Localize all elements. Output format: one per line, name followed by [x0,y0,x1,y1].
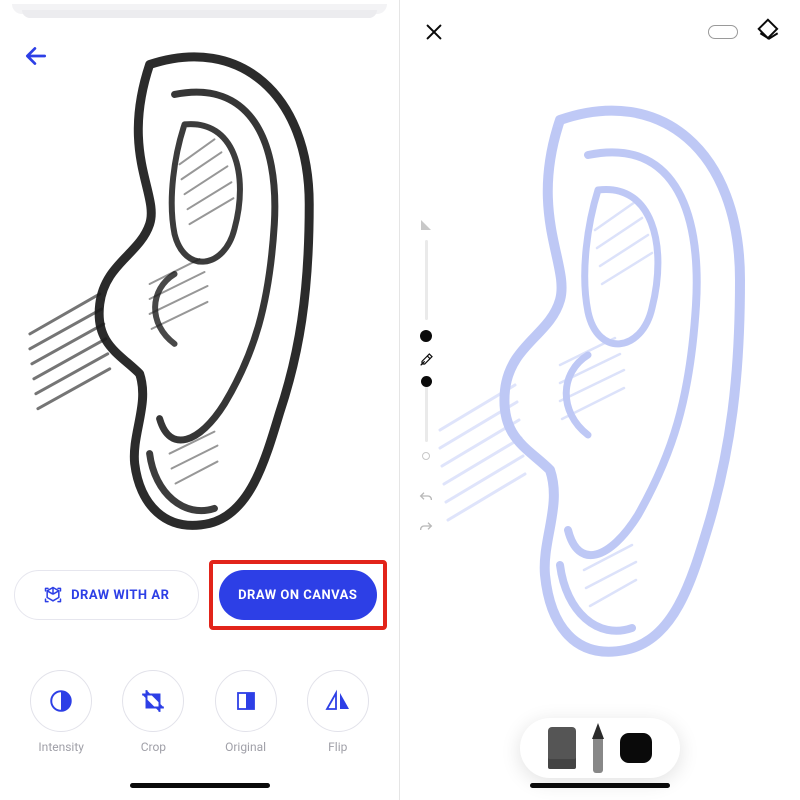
brush-size-indicator-icon [421,220,431,230]
tool-intensity[interactable]: Intensity [30,670,92,754]
tool-label: Crop [141,740,166,754]
opacity-min-icon [422,452,430,460]
redo-icon [418,520,434,536]
tool-label: Flip [328,740,347,754]
opacity-slider-knob[interactable] [421,376,432,387]
pencil-tool[interactable] [592,723,604,773]
tool-label: Original [225,740,266,754]
tool-crop[interactable]: Crop [122,670,184,754]
card-stack-hint [22,10,377,18]
flip-icon [324,689,352,713]
crop-icon [140,688,166,714]
eyedropper-icon [418,352,434,368]
tool-flip[interactable]: Flip [307,670,369,754]
original-icon [234,689,258,713]
preview-panel: DRAW WITH AR DRAW ON CANVAS Intensity [0,0,400,800]
intensity-icon [48,688,74,714]
size-slider-knob[interactable] [420,330,432,342]
action-row: DRAW WITH AR DRAW ON CANVAS [14,570,385,620]
home-indicator[interactable] [530,783,670,788]
draw-on-canvas-button[interactable]: DRAW ON CANVAS [219,570,378,620]
canvas-panel [400,0,800,800]
redo-button[interactable] [418,520,434,540]
tool-label: Intensity [38,740,84,754]
undo-button[interactable] [418,490,434,510]
undo-icon [418,490,434,506]
toggle-pill[interactable] [708,25,738,39]
highlight-frame: DRAW ON CANVAS [209,560,388,630]
close-button[interactable] [418,16,450,48]
reference-sketch [0,18,399,550]
eyedropper-button[interactable] [418,352,434,372]
layers-button[interactable] [756,17,782,47]
opacity-slider[interactable] [425,382,428,442]
canvas-topbar [400,16,800,48]
arrow-left-icon [23,43,49,69]
adjustment-tools: Intensity Crop Original [0,670,399,754]
button-label: DRAW WITH AR [71,588,169,603]
eraser-tool[interactable] [548,727,576,769]
pencil-shaft-icon [593,739,603,773]
layers-icon [756,17,782,43]
size-slider[interactable] [425,240,428,320]
vertical-toolbar [414,220,438,540]
ar-cube-icon [43,585,63,605]
home-indicator[interactable] [130,783,270,788]
color-swatch[interactable] [620,733,652,763]
draw-with-ar-button[interactable]: DRAW WITH AR [14,570,199,620]
button-label: DRAW ON CANVAS [238,588,357,603]
tool-original[interactable]: Original [215,670,277,754]
pencil-tip-icon [592,723,604,739]
brush-tray [520,718,680,778]
canvas-trace[interactable] [400,50,800,710]
close-icon [423,21,445,43]
back-button[interactable] [14,34,58,78]
